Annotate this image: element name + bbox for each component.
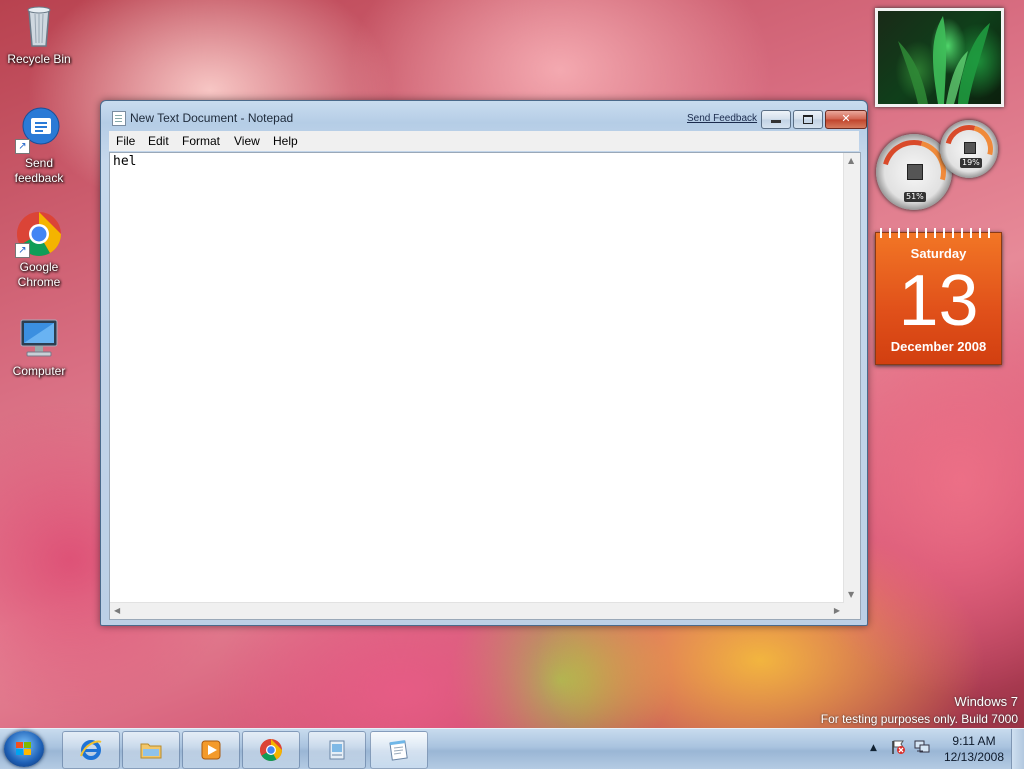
clock-time: 9:11 AM xyxy=(952,734,996,748)
menu-format[interactable]: Format xyxy=(182,134,220,148)
ie-icon xyxy=(80,740,102,760)
close-button[interactable]: ✕ xyxy=(825,110,867,129)
menu-bar: File Edit Format View Help xyxy=(109,131,859,151)
desktop-icon-label: Computer xyxy=(12,364,66,378)
taskbar-windows-explorer[interactable] xyxy=(122,731,180,769)
calendar-month-year: December 2008 xyxy=(890,339,987,354)
send-feedback-icon: ↗ xyxy=(15,106,63,154)
show-hidden-icons-button[interactable]: ▲ xyxy=(870,743,877,753)
media-player-icon xyxy=(201,740,221,760)
notepad-window[interactable]: New Text Document - Notepad Send Feedbac… xyxy=(100,100,868,626)
menu-help[interactable]: Help xyxy=(273,134,298,148)
watermark-build: For testing purposes only. Build 7000 xyxy=(820,712,1018,726)
memory-meter-gadget[interactable]: 19% xyxy=(936,116,1002,182)
calendar-day-name: Saturday xyxy=(910,246,967,261)
shortcut-arrow-icon: ↗ xyxy=(15,243,30,258)
cpu-chip-icon xyxy=(907,164,923,180)
menu-edit[interactable]: Edit xyxy=(148,134,169,148)
windows-logo-icon xyxy=(16,742,32,756)
desktop-icon-label: Send feedback xyxy=(14,156,64,185)
notepad-icon xyxy=(112,111,126,126)
system-clock[interactable]: 9:11 AM 12/13/2008 xyxy=(938,733,1010,765)
desktop-icon-send-feedback[interactable]: ↗ Send feedback xyxy=(4,106,74,186)
calendar-gadget[interactable]: Saturday 13 December 2008 xyxy=(875,228,1002,365)
desktop-icon-computer[interactable]: Computer xyxy=(4,314,74,379)
memory-chip-icon xyxy=(964,142,976,154)
taskbar-notepad[interactable] xyxy=(370,731,428,769)
vertical-scrollbar[interactable]: ▲ ▼ xyxy=(843,153,860,603)
calendar-day-number: 13 xyxy=(898,261,979,341)
minimize-icon xyxy=(771,120,781,123)
editor-content[interactable]: hel xyxy=(113,154,136,169)
chrome-icon xyxy=(260,739,282,761)
minimize-button[interactable] xyxy=(761,110,791,129)
memory-percent: 19% xyxy=(960,158,982,168)
scroll-left-icon[interactable]: ◀ xyxy=(114,606,120,616)
maximize-icon xyxy=(803,115,813,124)
cpu-percent: 51% xyxy=(904,192,926,202)
window-title: New Text Document - Notepad xyxy=(130,111,294,125)
action-center-flag-icon[interactable] xyxy=(890,739,906,755)
taskbar: ▲ 9:11 AM 12/13/2008 xyxy=(0,728,1024,769)
watermark-os-name: Windows 7 xyxy=(954,694,1018,709)
menu-file[interactable]: File xyxy=(116,134,135,148)
scroll-down-icon[interactable]: ▼ xyxy=(848,590,854,600)
slideshow-gadget[interactable] xyxy=(875,8,1004,107)
network-icon[interactable] xyxy=(914,739,930,755)
taskbar-google-chrome[interactable] xyxy=(242,731,300,769)
recycle-bin-icon xyxy=(15,2,63,50)
menu-view[interactable]: View xyxy=(234,134,260,148)
computer-icon xyxy=(15,314,63,362)
close-icon: ✕ xyxy=(841,112,851,125)
maximize-button[interactable] xyxy=(793,110,823,129)
chrome-icon: ↗ xyxy=(15,210,63,258)
shortcut-arrow-icon: ↗ xyxy=(15,139,30,154)
desktop-icon-google-chrome[interactable]: ↗ Google Chrome xyxy=(4,210,74,290)
send-feedback-link[interactable]: Send Feedback xyxy=(687,113,757,124)
desktop-icon-recycle-bin[interactable]: Recycle Bin xyxy=(4,2,74,67)
taskbar-internet-explorer[interactable] xyxy=(62,731,120,769)
leaves-photo xyxy=(898,16,990,104)
clock-date: 12/13/2008 xyxy=(943,750,1005,764)
notepad-icon xyxy=(389,740,408,761)
taskbar-media-player[interactable] xyxy=(182,731,240,769)
taskbar-document-viewer[interactable] xyxy=(308,731,366,769)
resize-grip[interactable] xyxy=(844,603,860,619)
calendar-rings xyxy=(880,228,997,238)
text-editor[interactable]: hel ▲ ▼ ◀ ▶ xyxy=(109,152,861,620)
scroll-up-icon[interactable]: ▲ xyxy=(848,156,854,166)
show-desktop-button[interactable] xyxy=(1011,729,1024,769)
folder-icon xyxy=(140,743,162,759)
title-bar[interactable]: New Text Document - Notepad Send Feedbac… xyxy=(101,101,867,131)
start-button[interactable] xyxy=(4,731,44,767)
desktop-icon-label: Recycle Bin xyxy=(7,52,71,66)
horizontal-scrollbar[interactable]: ◀ ▶ xyxy=(110,602,844,619)
document-icon xyxy=(329,740,345,760)
desktop-icon-label: Google Chrome xyxy=(17,260,61,289)
scroll-right-icon[interactable]: ▶ xyxy=(834,606,840,616)
